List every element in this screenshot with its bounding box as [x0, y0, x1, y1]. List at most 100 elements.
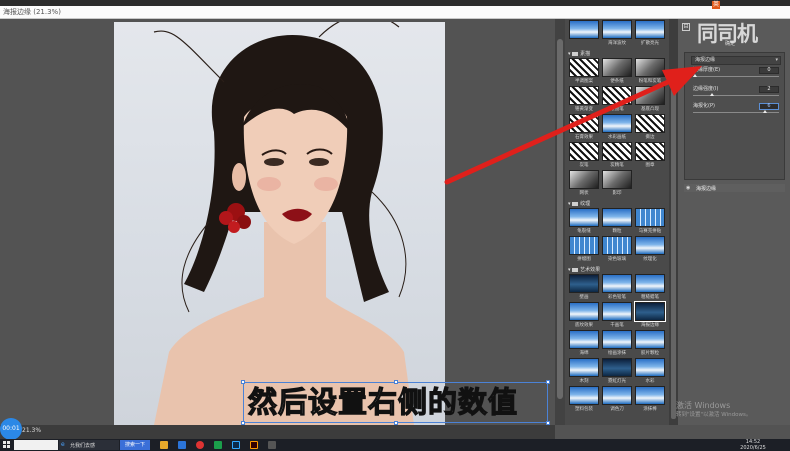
filter-thumbnail[interactable]: 扩散亮光 — [635, 20, 665, 46]
filter-label: 彩色铅笔 — [608, 295, 626, 300]
ok-button[interactable]: 确定 — [725, 40, 735, 47]
app-icon[interactable] — [268, 441, 276, 449]
filter-thumbnail[interactable]: 塑料包装 — [569, 386, 599, 412]
filter-category-header[interactable]: ▾ 素描 — [568, 50, 590, 57]
filter-thumbnail[interactable]: 粉笔和炭笔 — [635, 58, 665, 84]
filter-thumbnail[interactable]: 炭笔 — [569, 142, 599, 168]
zoom-readout[interactable]: 21.3% — [22, 427, 41, 434]
filter-thumbnail[interactable]: 撕边 — [635, 114, 665, 140]
filter-gallery-list[interactable]: 海洋波纹 扩散亮光 ▾ 素描 半调图案 便条纸 粉笔和炭笔 铬黄渐变 绘图笔 基底凸现 石膏效果水… — [565, 19, 669, 425]
subtitle-selection-box[interactable]: 然后设置右侧的数值 — [241, 380, 550, 425]
parameter-slider-thumb[interactable] — [709, 93, 714, 96]
filter-preview-image — [602, 208, 632, 227]
filter-thumbnail[interactable]: 纹理化 — [635, 236, 665, 262]
parameter-value-input[interactable]: 6 — [759, 103, 779, 110]
filter-thumbnail[interactable]: 拼缀图 — [569, 236, 599, 262]
filter-thumbnail[interactable]: 绘图笔 — [602, 86, 632, 112]
filter-thumbnail[interactable]: 涂抹棒 — [635, 386, 665, 412]
filter-label: 基底凸现 — [641, 107, 659, 112]
filter-thumbnail[interactable]: 底纹效果 — [569, 302, 599, 328]
filter-thumbnail[interactable]: 海绵 — [569, 330, 599, 356]
photoshop-icon[interactable] — [232, 441, 240, 449]
filter-preview-image — [635, 274, 665, 293]
filter-label: 海洋波纹 — [608, 41, 626, 46]
filter-thumbnail[interactable]: 网状 — [569, 170, 599, 196]
filter-thumbnail[interactable]: 水彩 — [635, 358, 665, 384]
filter-thumbnail[interactable]: 粗糙蜡笔 — [635, 274, 665, 300]
filter-preview-image — [602, 302, 632, 321]
eye-icon[interactable]: ◉ — [686, 185, 690, 191]
filter-thumbnail[interactable]: 彩色铅笔 — [602, 274, 632, 300]
parameter-value-input[interactable]: 2 — [759, 86, 779, 93]
collapse-arrow-icon: ▾ — [568, 201, 571, 207]
filter-preview-image — [569, 170, 599, 189]
collapse-gallery-icon[interactable]: ⊟ — [682, 23, 690, 31]
filter-thumbnail[interactable]: 调色刀 — [602, 386, 632, 412]
filter-thumbnail[interactable] — [569, 20, 599, 40]
filter-thumbnail[interactable]: 干画笔 — [602, 302, 632, 328]
filter-thumbnail[interactable]: 木刻 — [569, 358, 599, 384]
resize-handle[interactable] — [241, 380, 245, 384]
store-icon[interactable] — [178, 441, 186, 449]
ime-indicator[interactable]: 英 — [712, 1, 721, 9]
effect-layer-row[interactable]: ◉ 海报边缘 — [684, 184, 785, 192]
filter-preview-image — [602, 386, 632, 405]
filter-label: 底纹效果 — [575, 323, 593, 328]
filter-thumbnail[interactable]: 胶片颗粒 — [635, 330, 665, 356]
filter-thumbnail[interactable]: 铬黄渐变 — [569, 86, 599, 112]
filter-thumbnail[interactable]: 颗粒 — [602, 208, 632, 234]
filter-thumbnail[interactable]: 影印 — [602, 170, 632, 196]
canvas-scrollbar[interactable] — [555, 19, 565, 425]
filter-label: 半调图案 — [575, 79, 593, 84]
filter-thumbnail[interactable]: 图章 — [635, 142, 665, 168]
filter-preview-image — [569, 302, 599, 321]
filter-label: 水彩 — [645, 379, 655, 384]
filter-thumbnail[interactable]: 霓虹灯光 — [602, 358, 632, 384]
scroll-thumb[interactable] — [671, 79, 676, 419]
filter-thumbnail[interactable]: 水彩画纸 — [602, 114, 632, 140]
windows-taskbar: e 允我们去感 搜索一下 — [0, 439, 790, 451]
filter-thumbnail[interactable]: 基底凸现 — [635, 86, 665, 112]
taskbar-browser-address[interactable]: e 允我们去感 — [59, 440, 119, 450]
filter-preview-image — [635, 86, 665, 105]
gallery-scrollbar[interactable] — [669, 19, 678, 425]
parameter-value-input[interactable]: 0 — [759, 67, 779, 74]
filter-preview-image — [602, 274, 632, 293]
effect-layer-name: 海报边缘 — [696, 186, 717, 192]
wechat-icon[interactable] — [214, 441, 222, 449]
filter-thumbnail[interactable]: 染色玻璃 — [602, 236, 632, 262]
parameter-slider-track[interactable] — [693, 76, 779, 77]
parameter-slider-thumb[interactable] — [693, 74, 697, 77]
illustrator-icon[interactable] — [250, 441, 258, 449]
taskbar-clock[interactable]: 14:52 2020/6/25 — [733, 439, 773, 451]
filter-preview-image — [602, 86, 632, 105]
chrome-icon[interactable] — [196, 441, 204, 449]
filter-thumbnail[interactable]: 炭精笔 — [602, 142, 632, 168]
filter-preview-image — [569, 114, 599, 133]
filter-select[interactable]: 海报边缘 ▾ — [691, 56, 781, 65]
filter-category-header[interactable]: ▾ 纹理 — [568, 200, 590, 207]
windows-start-icon[interactable] — [3, 441, 11, 449]
preview-canvas[interactable]: 然后设置右侧的数值 — [0, 19, 555, 425]
filter-preview-image — [602, 170, 632, 189]
filter-label: 铬黄渐变 — [575, 107, 593, 112]
filter-thumbnail[interactable]: 石膏效果 — [569, 114, 599, 140]
parameter-slider-thumb[interactable] — [762, 110, 767, 113]
filter-category-header[interactable]: ▾ 艺术效果 — [568, 266, 600, 273]
filter-thumbnail[interactable]: 半调图案 — [569, 58, 599, 84]
filter-thumbnail[interactable]: 马赛克拼贴 — [635, 208, 665, 234]
filter-thumbnail[interactable]: 海报边缘 — [634, 301, 666, 328]
scroll-thumb[interactable] — [557, 39, 563, 399]
parameter-slider-track[interactable] — [693, 95, 779, 96]
browser-icon: e — [61, 441, 65, 448]
filter-thumbnail[interactable]: 海洋波纹 — [602, 20, 632, 46]
recording-timer-badge: 00:01 — [0, 418, 22, 440]
filter-thumbnail[interactable]: 壁画 — [569, 274, 599, 300]
taskbar-search-box[interactable] — [14, 440, 58, 450]
filter-thumbnail[interactable]: 龟裂缝 — [569, 208, 599, 234]
search-go-button[interactable]: 搜索一下 — [120, 440, 150, 450]
file-explorer-icon[interactable] — [160, 441, 168, 449]
collapse-arrow-icon: ▾ — [568, 51, 571, 57]
filter-thumbnail[interactable]: 便条纸 — [602, 58, 632, 84]
filter-thumbnail[interactable]: 绘画涂抹 — [602, 330, 632, 356]
